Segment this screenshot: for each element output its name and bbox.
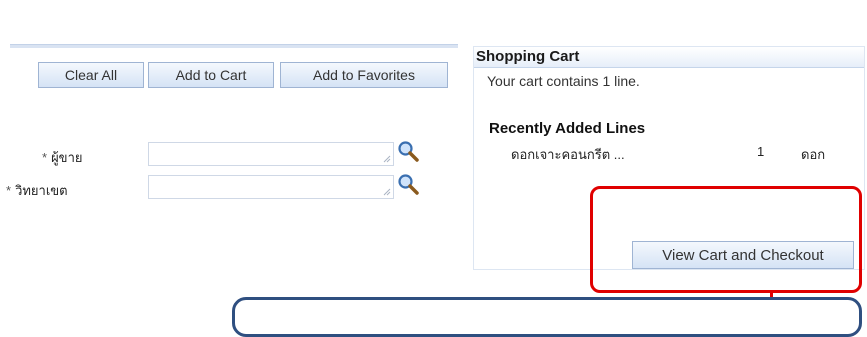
recent-lines-heading: Recently Added Lines bbox=[489, 120, 646, 137]
cart-count-text: Your cart contains 1 line. bbox=[487, 73, 640, 89]
recent-item-qty: 1 bbox=[757, 144, 765, 159]
resize-grip-icon bbox=[383, 188, 391, 196]
header-divider bbox=[10, 44, 458, 48]
campus-label-text: วิทยาเขต bbox=[15, 183, 68, 198]
required-mark: * bbox=[42, 150, 48, 165]
clear-all-button[interactable]: Clear All bbox=[38, 62, 144, 88]
campus-label: * วิทยาเขต bbox=[6, 180, 68, 201]
campus-search-icon[interactable] bbox=[397, 173, 419, 195]
cart-title: Shopping Cart bbox=[474, 47, 864, 68]
supplier-input[interactable] bbox=[148, 142, 394, 166]
highlight-frame bbox=[590, 186, 862, 293]
supplier-label: * ผู้ขาย bbox=[42, 147, 82, 168]
add-to-cart-button[interactable]: Add to Cart bbox=[148, 62, 274, 88]
supplier-search-icon[interactable] bbox=[397, 140, 419, 162]
recent-item-unit: ดอก bbox=[801, 147, 826, 162]
callout-box bbox=[232, 297, 862, 337]
recent-item-name: ดอกเจาะคอนกรีต ... bbox=[511, 147, 625, 162]
resize-grip-icon bbox=[383, 155, 391, 163]
required-mark: * bbox=[6, 183, 12, 198]
add-to-favorites-button[interactable]: Add to Favorites bbox=[280, 62, 448, 88]
campus-input[interactable] bbox=[148, 175, 394, 199]
supplier-label-text: ผู้ขาย bbox=[51, 150, 83, 165]
